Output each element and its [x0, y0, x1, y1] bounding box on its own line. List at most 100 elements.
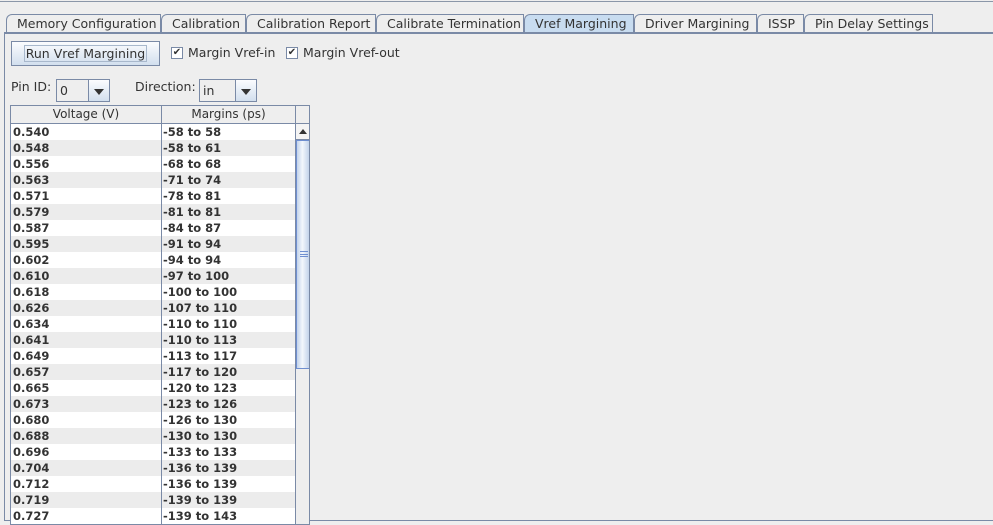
- margin-cell[interactable]: -117 to 120: [162, 364, 295, 380]
- table-row[interactable]: 0.673 -123 to 126: [11, 396, 295, 412]
- margin-vref-out-checkbox[interactable]: ✔ Margin Vref-out: [286, 45, 400, 60]
- table-row[interactable]: 0.641 -110 to 113: [11, 332, 295, 348]
- table-row[interactable]: 0.704 -136 to 139: [11, 460, 295, 476]
- margin-cell[interactable]: -84 to 87: [162, 220, 295, 236]
- voltage-cell[interactable]: 0.657: [11, 364, 162, 380]
- margin-cell[interactable]: -58 to 61: [162, 140, 295, 156]
- table-row[interactable]: 0.727 -139 to 143: [11, 508, 295, 524]
- tab-calibration-report[interactable]: Calibration Report: [246, 14, 376, 33]
- margin-cell[interactable]: -110 to 113: [162, 332, 295, 348]
- margin-cell[interactable]: -94 to 94: [162, 252, 295, 268]
- table-row[interactable]: 0.618 -100 to 100: [11, 284, 295, 300]
- voltage-cell[interactable]: 0.696: [11, 444, 162, 460]
- table-row[interactable]: 0.649 -113 to 117: [11, 348, 295, 364]
- tab-memory-configuration[interactable]: Memory Configuration: [6, 14, 161, 33]
- voltage-cell[interactable]: 0.595: [11, 236, 162, 252]
- margin-vref-in-checkbox[interactable]: ✔ Margin Vref-in: [171, 45, 275, 60]
- run-button-label: Run Vref Margining: [23, 45, 148, 62]
- margin-cell[interactable]: -58 to 58: [162, 124, 295, 140]
- voltage-cell[interactable]: 0.634: [11, 316, 162, 332]
- voltage-cell[interactable]: 0.727: [11, 508, 162, 524]
- voltage-cell[interactable]: 0.665: [11, 380, 162, 396]
- margin-cell[interactable]: -97 to 100: [162, 268, 295, 284]
- table-row[interactable]: 0.688 -130 to 130: [11, 428, 295, 444]
- margin-cell[interactable]: -100 to 100: [162, 284, 295, 300]
- table-row[interactable]: 0.563 -71 to 74: [11, 172, 295, 188]
- pin-id-select[interactable]: 0: [56, 79, 110, 102]
- voltage-cell[interactable]: 0.719: [11, 492, 162, 508]
- table-row[interactable]: 0.626 -107 to 110: [11, 300, 295, 316]
- vertical-scrollbar[interactable]: [295, 124, 309, 524]
- voltage-cell[interactable]: 0.571: [11, 188, 162, 204]
- checkbox-check-icon: ✔: [286, 46, 298, 59]
- margin-cell[interactable]: -136 to 139: [162, 476, 295, 492]
- table-row[interactable]: 0.602 -94 to 94: [11, 252, 295, 268]
- table-row[interactable]: 0.719 -139 to 139: [11, 492, 295, 508]
- margin-cell[interactable]: -130 to 130: [162, 428, 295, 444]
- margin-cell[interactable]: -71 to 74: [162, 172, 295, 188]
- table-row[interactable]: 0.657 -117 to 120: [11, 364, 295, 380]
- tab-driver-margining[interactable]: Driver Margining: [634, 14, 757, 33]
- voltage-cell[interactable]: 0.688: [11, 428, 162, 444]
- table-row[interactable]: 0.610 -97 to 100: [11, 268, 295, 284]
- column-header-margins[interactable]: Margins (ps): [162, 106, 296, 123]
- tab-issp[interactable]: ISSP: [757, 14, 804, 33]
- tab-vref-margining[interactable]: Vref Margining: [524, 14, 634, 34]
- voltage-cell[interactable]: 0.673: [11, 396, 162, 412]
- column-header-voltage[interactable]: Voltage (V): [11, 106, 162, 123]
- margin-cell[interactable]: -107 to 110: [162, 300, 295, 316]
- margin-cell[interactable]: -123 to 126: [162, 396, 295, 412]
- margin-cell[interactable]: -139 to 143: [162, 508, 295, 524]
- voltage-cell[interactable]: 0.556: [11, 156, 162, 172]
- voltage-cell[interactable]: 0.610: [11, 268, 162, 284]
- margin-cell[interactable]: -81 to 81: [162, 204, 295, 220]
- tab-calibration[interactable]: Calibration: [161, 14, 246, 33]
- margin-cell[interactable]: -91 to 94: [162, 236, 295, 252]
- voltage-cell[interactable]: 0.587: [11, 220, 162, 236]
- table-row[interactable]: 0.680 -126 to 130: [11, 412, 295, 428]
- voltage-cell[interactable]: 0.649: [11, 348, 162, 364]
- tab-calibrate-termination[interactable]: Calibrate Termination: [376, 14, 524, 33]
- pin-id-label: Pin ID:: [11, 79, 52, 94]
- table-row[interactable]: 0.634 -110 to 110: [11, 316, 295, 332]
- table-row[interactable]: 0.696 -133 to 133: [11, 444, 295, 460]
- voltage-cell[interactable]: 0.563: [11, 172, 162, 188]
- voltage-cell[interactable]: 0.712: [11, 476, 162, 492]
- margin-cell[interactable]: -110 to 110: [162, 316, 295, 332]
- table-row[interactable]: 0.556 -68 to 68: [11, 156, 295, 172]
- voltage-cell[interactable]: 0.540: [11, 124, 162, 140]
- margin-cell[interactable]: -78 to 81: [162, 188, 295, 204]
- margin-cell[interactable]: -136 to 139: [162, 460, 295, 476]
- table-row[interactable]: 0.540 -58 to 58: [11, 124, 295, 140]
- voltage-cell[interactable]: 0.618: [11, 284, 162, 300]
- table-row[interactable]: 0.595 -91 to 94: [11, 236, 295, 252]
- scroll-up-arrow-icon[interactable]: [296, 124, 309, 140]
- tab-pin-delay-settings[interactable]: Pin Delay Settings: [804, 14, 933, 33]
- voltage-cell[interactable]: 0.548: [11, 140, 162, 156]
- table-row[interactable]: 0.571 -78 to 81: [11, 188, 295, 204]
- voltage-cell[interactable]: 0.626: [11, 300, 162, 316]
- table-row[interactable]: 0.712 -136 to 139: [11, 476, 295, 492]
- margin-cell[interactable]: -113 to 117: [162, 348, 295, 364]
- margin-cell[interactable]: -120 to 123: [162, 380, 295, 396]
- margin-vref-out-label: Margin Vref-out: [303, 45, 400, 60]
- scrollbar-thumb[interactable]: [296, 140, 309, 369]
- table-row[interactable]: 0.587 -84 to 87: [11, 220, 295, 236]
- margin-cell[interactable]: -139 to 139: [162, 492, 295, 508]
- margin-cell[interactable]: -133 to 133: [162, 444, 295, 460]
- voltage-cell[interactable]: 0.641: [11, 332, 162, 348]
- table-row[interactable]: 0.579 -81 to 81: [11, 204, 295, 220]
- checkbox-check-icon: ✔: [171, 46, 183, 59]
- voltage-cell[interactable]: 0.602: [11, 252, 162, 268]
- chevron-down-icon[interactable]: [236, 80, 256, 101]
- direction-select[interactable]: in: [199, 79, 257, 102]
- table-row[interactable]: 0.548 -58 to 61: [11, 140, 295, 156]
- voltage-cell[interactable]: 0.680: [11, 412, 162, 428]
- margin-cell[interactable]: -126 to 130: [162, 412, 295, 428]
- chevron-down-icon[interactable]: [89, 80, 109, 101]
- voltage-cell[interactable]: 0.704: [11, 460, 162, 476]
- margin-cell[interactable]: -68 to 68: [162, 156, 295, 172]
- table-row[interactable]: 0.665 -120 to 123: [11, 380, 295, 396]
- voltage-cell[interactable]: 0.579: [11, 204, 162, 220]
- run-vref-margining-button[interactable]: Run Vref Margining: [11, 41, 160, 66]
